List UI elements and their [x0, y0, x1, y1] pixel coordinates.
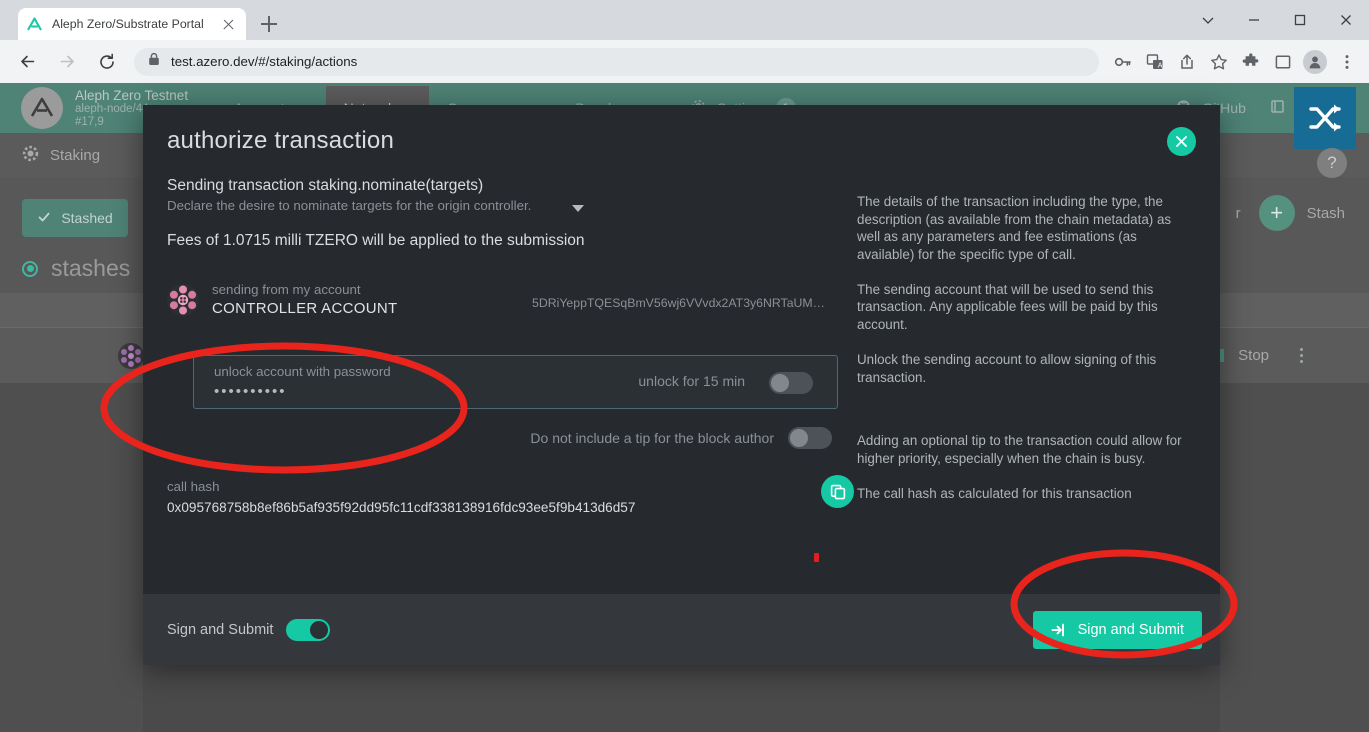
copy-icon[interactable] — [821, 475, 854, 508]
new-tab-button[interactable] — [258, 13, 280, 35]
browser-tab[interactable]: Aleph Zero/Substrate Portal — [18, 8, 246, 40]
help-paragraph: The call hash as calculated for this tra… — [857, 485, 1132, 501]
modal-help-column: The details of the transaction including… — [857, 193, 1197, 502]
account-name: CONTROLLER ACCOUNT — [212, 300, 398, 317]
back-arrow-icon[interactable] — [10, 45, 44, 79]
shuffle-icon[interactable] — [1294, 87, 1356, 149]
help-paragraph: Unlock the sending account to allow sign… — [857, 351, 1157, 385]
sidepanel-icon[interactable] — [1267, 46, 1299, 78]
sign-submit-toggle[interactable] — [286, 618, 331, 641]
modal-left-column: Sending transaction staking.nominate(tar… — [167, 177, 847, 250]
chain-name: Aleph Zero Testnet — [75, 87, 189, 103]
tip-label: Do not include a tip for the block autho… — [530, 430, 774, 446]
polkadot-identicon — [118, 342, 144, 369]
page-title-label: Staking — [50, 146, 101, 164]
reload-icon[interactable] — [90, 45, 124, 79]
browser-toolbar: test.azero.dev/#/staking/actions A — [0, 40, 1369, 83]
transaction-description: Declare the desire to nominate targets f… — [167, 198, 532, 213]
tip-toggle[interactable] — [788, 427, 832, 449]
address-bar[interactable]: test.azero.dev/#/staking/actions — [134, 47, 1099, 76]
browser-toolbar-icons: A — [1107, 46, 1363, 78]
address-bar-url: test.azero.dev/#/staking/actions — [171, 54, 358, 69]
account-address: 5DRiYeppTQESqBmV56wj6VVvdx2AT3y6NRTaUMEa… — [532, 296, 832, 310]
help-paragraph: Adding an optional tip to the transactio… — [857, 433, 1182, 466]
modal-body: Sending transaction staking.nominate(tar… — [143, 177, 1220, 594]
chevron-down-icon[interactable] — [1185, 0, 1231, 40]
modal-title: authorize transaction — [167, 127, 394, 154]
profile-avatar-icon[interactable] — [1299, 46, 1331, 78]
sign-submit-toggle-label: Sign and Submit — [167, 621, 274, 638]
stashes-label: stashes — [51, 255, 131, 281]
polkadot-identicon — [167, 283, 199, 316]
close-icon[interactable] — [1167, 127, 1196, 156]
check-icon — [37, 210, 51, 227]
minimize-icon[interactable] — [1231, 0, 1277, 40]
more-vertical-icon[interactable] — [1331, 46, 1363, 78]
star-icon[interactable] — [1203, 46, 1235, 78]
transaction-call: Sending transaction staking.nominate(tar… — [167, 177, 484, 194]
window-controls — [1185, 0, 1369, 40]
radio-dot-icon — [22, 260, 38, 277]
help-paragraph: The sending account that will be used to… — [857, 281, 1158, 333]
call-hash-value: 0x095768758b8ef86b5af935f92dd95fc11cdf33… — [167, 500, 636, 515]
help-paragraph: The details of the transaction including… — [857, 194, 1172, 263]
account-text: sending from my account CONTROLLER ACCOU… — [212, 282, 397, 317]
close-icon[interactable] — [219, 15, 238, 34]
password-field[interactable]: unlock account with password •••••••••• … — [193, 355, 838, 409]
stashed-filter-button[interactable]: Stashed — [22, 199, 128, 237]
sign-and-submit-label: Sign and Submit — [1077, 622, 1184, 638]
key-icon[interactable] — [1107, 46, 1139, 78]
maximize-icon[interactable] — [1277, 0, 1323, 40]
browser-tab-strip: Aleph Zero/Substrate Portal — [0, 0, 1369, 40]
stash-button-label: Stash — [1306, 204, 1345, 222]
aleph-zero-logo-icon — [26, 16, 43, 33]
partial-word: r — [1235, 204, 1241, 222]
transaction-fees: Fees of 1.0715 milli TZERO will be appli… — [167, 232, 585, 249]
add-stash-action[interactable]: r + Stash — [1224, 195, 1345, 231]
stashes-section-header: stashes — [22, 255, 130, 282]
stop-label[interactable]: Stop — [1238, 347, 1269, 364]
close-icon[interactable] — [1323, 0, 1369, 40]
extensions-puzzle-icon[interactable] — [1235, 46, 1267, 78]
password-input[interactable]: •••••••••• — [214, 383, 287, 400]
sign-and-submit-button[interactable]: Sign and Submit — [1032, 611, 1202, 649]
account-kicker: sending from my account — [212, 282, 361, 297]
svg-text:A: A — [1158, 62, 1163, 69]
stashed-filter-label: Stashed — [61, 210, 113, 226]
unlock-duration-label: unlock for 15 min — [638, 373, 745, 389]
tip-row: Do not include a tip for the block autho… — [167, 427, 832, 449]
book-icon — [1270, 99, 1285, 117]
authorize-transaction-modal: authorize transaction Sending transactio… — [143, 105, 1220, 665]
aleph-zero-logo-icon — [21, 87, 63, 129]
chevron-down-icon[interactable] — [572, 205, 584, 212]
sign-submit-toggle-group: Sign and Submit — [167, 618, 331, 641]
call-hash-label: call hash — [167, 479, 220, 494]
share-icon[interactable] — [1171, 46, 1203, 78]
unlock-duration-toggle[interactable] — [769, 372, 813, 394]
red-marker-dot — [814, 553, 819, 562]
password-label: unlock account with password — [214, 364, 391, 379]
page-title: Staking — [22, 145, 100, 166]
lock-icon — [148, 52, 160, 71]
plus-icon: + — [1258, 195, 1295, 231]
modal-footer: Sign and Submit Sign and Submit — [143, 594, 1220, 665]
translate-icon[interactable]: A — [1139, 46, 1171, 78]
question-mark-icon[interactable]: ? — [1317, 148, 1347, 178]
sending-account-block: sending from my account CONTROLLER ACCOU… — [167, 282, 832, 317]
gear-icon — [22, 145, 39, 166]
call-hash-block: call hash 0x095768758b8ef86b5af935f92dd9… — [167, 475, 854, 515]
more-vertical-icon[interactable] — [1293, 348, 1309, 363]
screen-root: Aleph Zero/Substrate Portal test.azero.d… — [0, 0, 1369, 732]
browser-tab-title: Aleph Zero/Substrate Portal — [52, 17, 204, 31]
sign-in-arrow-icon — [1051, 622, 1067, 638]
row-actions: Stop — [1211, 347, 1309, 364]
forward-arrow-icon[interactable] — [50, 45, 84, 79]
